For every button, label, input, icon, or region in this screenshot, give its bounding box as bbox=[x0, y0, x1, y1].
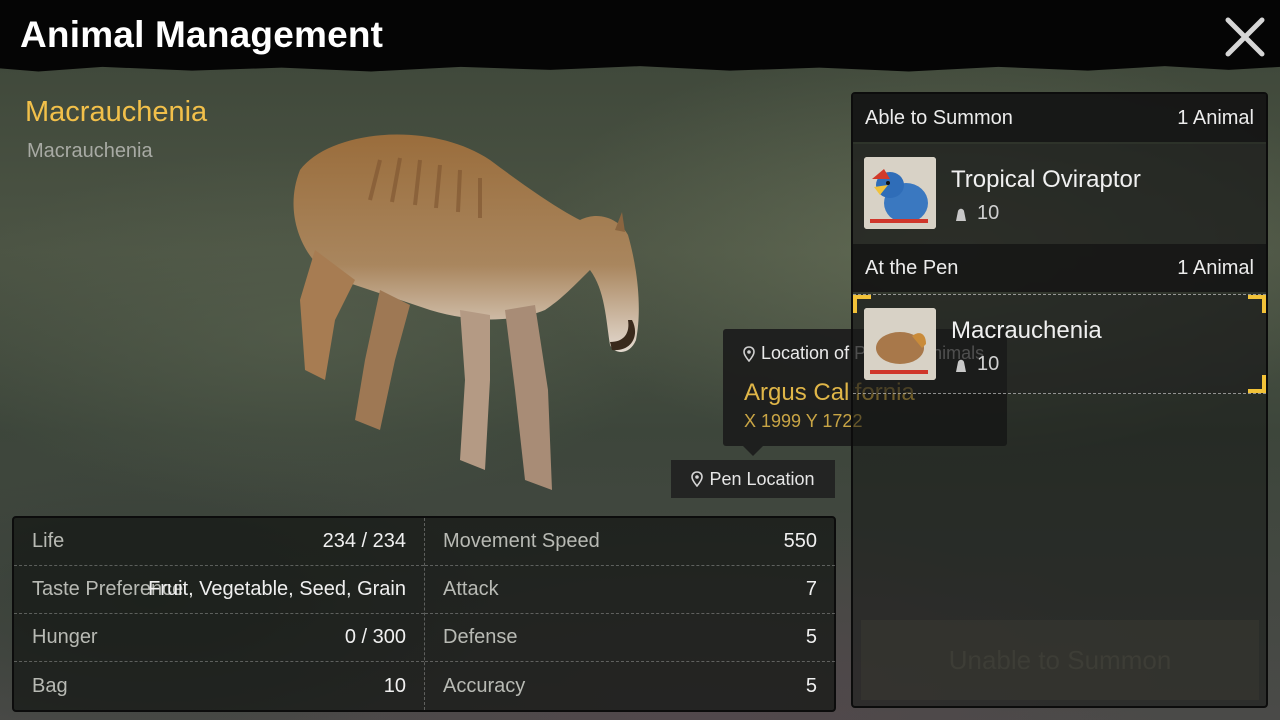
stat-label: Bag bbox=[32, 674, 68, 697]
stat-value: 10 bbox=[383, 674, 406, 697]
selection-corner bbox=[853, 295, 871, 313]
pen-coordinates: X 1999 Y 1722 bbox=[744, 411, 863, 431]
stat-value: 550 bbox=[783, 530, 817, 552]
level-value: 10 bbox=[977, 202, 1000, 224]
stat-row-movement-speed: Movement Speed 550 bbox=[425, 518, 835, 566]
pen-animal-name: Macrauchenia bbox=[951, 317, 1102, 344]
pen-section-title: At the Pen bbox=[865, 256, 959, 279]
stats-column-left: Life 234 / 234 Taste Preference Fruit, V… bbox=[14, 518, 424, 710]
stat-value: 234 / 234 bbox=[322, 530, 406, 552]
close-button[interactable] bbox=[1220, 12, 1270, 62]
animal-name: Macrauchenia bbox=[25, 96, 208, 128]
stats-column-right: Movement Speed 550 Attack 7 Defense 5 Ac… bbox=[424, 518, 835, 710]
pen-animal-item[interactable]: Macrauchenia 10 bbox=[853, 294, 1266, 394]
stat-label: Hunger bbox=[32, 626, 98, 648]
stat-label: Accuracy bbox=[443, 674, 526, 697]
selection-corner bbox=[1248, 375, 1266, 393]
level-icon bbox=[956, 359, 966, 372]
stats-table: Life 234 / 234 Taste Preference Fruit, V… bbox=[12, 516, 836, 712]
oviraptor-portrait bbox=[864, 157, 936, 229]
stat-value: 5 bbox=[805, 626, 817, 648]
stat-row-bag: Bag 10 bbox=[14, 662, 424, 710]
stat-row-life: Life 234 / 234 bbox=[14, 518, 424, 566]
summon-section-header: Able to Summon 1 Animal bbox=[853, 94, 1266, 142]
stat-label: Movement Speed bbox=[443, 530, 600, 552]
pen-section-count: 1 Animal bbox=[1177, 256, 1254, 279]
stat-label: Attack bbox=[443, 578, 499, 600]
pen-location-label: Pen Location bbox=[709, 468, 815, 489]
stat-label: Defense bbox=[443, 626, 518, 648]
level-icon bbox=[956, 208, 966, 221]
pin-icon bbox=[691, 471, 704, 487]
summon-animal-level: 10 bbox=[953, 202, 999, 225]
pen-animal-level: 10 bbox=[953, 353, 999, 376]
pen-section-header: At the Pen 1 Animal bbox=[853, 244, 1266, 292]
selection-corner bbox=[1248, 295, 1266, 313]
page-title: Animal Management bbox=[20, 14, 384, 55]
stat-row-attack: Attack 7 bbox=[425, 566, 835, 614]
pen-location-button[interactable]: Pen Location bbox=[671, 460, 835, 498]
stat-row-accuracy: Accuracy 5 bbox=[425, 662, 835, 710]
stat-value: 5 bbox=[805, 674, 817, 697]
stat-row-taste: Taste Preference Fruit, Vegetable, Seed,… bbox=[14, 566, 424, 614]
stat-label: Life bbox=[32, 530, 65, 552]
stat-value: 7 bbox=[805, 578, 817, 600]
summon-animal-name: Tropical Oviraptor bbox=[951, 166, 1141, 193]
macrauchenia-portrait bbox=[864, 308, 936, 380]
animal-model bbox=[293, 134, 639, 490]
summon-section-title: Able to Summon bbox=[865, 106, 1013, 129]
animal-thumbnail bbox=[864, 157, 936, 229]
level-value: 10 bbox=[977, 353, 1000, 375]
pin-icon bbox=[743, 345, 755, 362]
summon-button[interactable]: Unable to Summon bbox=[861, 620, 1259, 700]
summon-section-count: 1 Animal bbox=[1177, 106, 1254, 129]
animal-list-panel: Able to Summon 1 Animal Tropical Ovirapt… bbox=[851, 92, 1268, 708]
stat-value: 0 / 300 bbox=[344, 626, 406, 648]
stat-value: Fruit, Vegetable, Seed, Grain bbox=[148, 578, 406, 600]
summon-animal-item[interactable]: Tropical Oviraptor 10 bbox=[853, 144, 1266, 244]
animal-species: Macrauchenia bbox=[27, 140, 153, 162]
close-icon[interactable] bbox=[1220, 12, 1270, 62]
stat-row-defense: Defense 5 bbox=[425, 614, 835, 662]
stat-row-hunger: Hunger 0 / 300 bbox=[14, 614, 424, 662]
animal-thumbnail bbox=[864, 308, 936, 380]
